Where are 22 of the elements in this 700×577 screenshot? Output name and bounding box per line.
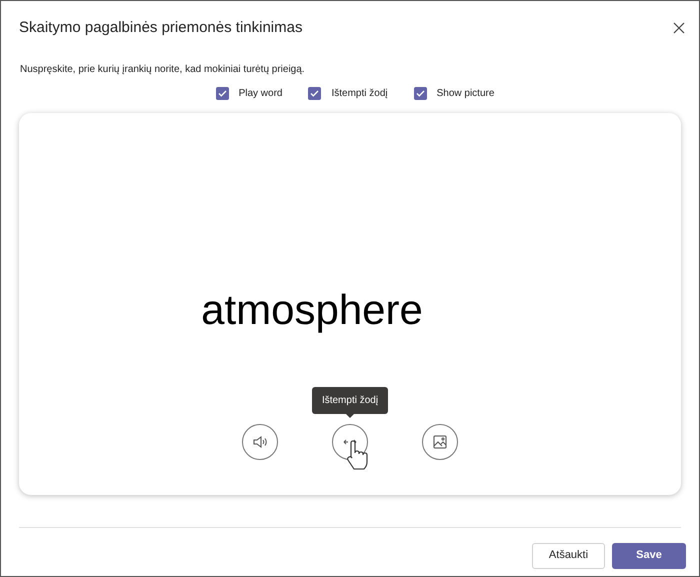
checkbox-label: Ištempti žodį	[331, 86, 388, 100]
speaker-icon	[253, 436, 267, 448]
checkbox-label: Show picture	[436, 86, 494, 100]
cancel-button[interactable]: Atšaukti	[532, 542, 605, 568]
checkbox[interactable]	[216, 86, 229, 100]
tool-button[interactable]	[422, 424, 458, 460]
hand-cursor-icon	[346, 440, 368, 470]
image-icon	[433, 434, 447, 448]
close-icon	[673, 22, 685, 34]
checkbox-label: Play word	[238, 86, 282, 100]
tooltip: Ištempti žodį	[312, 386, 388, 414]
instruction-text: Nuspręskite, prie kurių įrankių norite, kad mokiniai turėtų prieigą.	[20, 62, 305, 76]
checkmark-icon	[218, 90, 227, 96]
tool-button[interactable]	[242, 424, 278, 460]
checkbox[interactable]	[414, 86, 427, 100]
save-button[interactable]: Save	[612, 542, 686, 568]
preview-word: atmosphere	[201, 288, 423, 330]
dialog-title: Skaitymo pagalbinės priemonės tinkinimas	[19, 18, 302, 38]
stretch-arrows-icon	[343, 438, 357, 444]
checkmark-icon	[416, 90, 425, 96]
checkbox[interactable]	[308, 86, 322, 100]
checkmark-icon	[310, 90, 320, 96]
